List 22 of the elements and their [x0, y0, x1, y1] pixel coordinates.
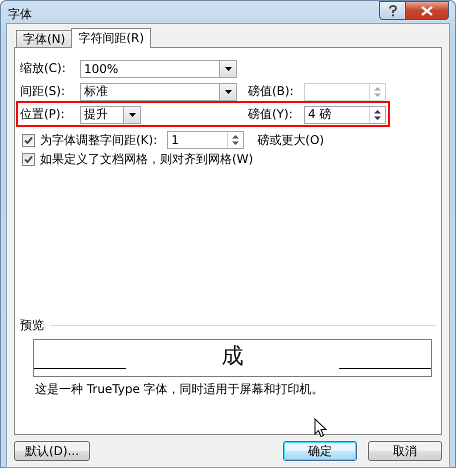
field-label: 磅值(B):: [248, 83, 295, 100]
tab[interactable]: 字符间距(R): [71, 28, 152, 48]
field-label: 磅值(Y):: [248, 106, 294, 123]
preview-sample: 成: [222, 343, 244, 371]
field-label: 间距(S):: [20, 83, 66, 100]
field-label: 磅或更大(O): [257, 132, 324, 148]
checkbox-label: 如果定义了文档网格，则对齐到网格(W): [40, 150, 254, 168]
tab[interactable]: 字体(N): [16, 30, 72, 47]
window-title: 字体: [8, 6, 32, 23]
preview-description: 这是一种 TrueType 字体，同时适用于屏幕和打印机。: [35, 381, 325, 398]
ok-button[interactable]: 确定: [283, 441, 357, 461]
cancel-button[interactable]: 取消: [368, 441, 442, 461]
field-label: 缩放(C):: [20, 60, 67, 77]
scale-dropdown[interactable]: 100%: [80, 60, 237, 78]
kerning-spinner[interactable]: 1: [167, 131, 244, 149]
spacing-dropdown[interactable]: 标准: [80, 82, 237, 100]
field-label: 位置(P):: [20, 106, 66, 123]
default-button[interactable]: 默认(D)...: [14, 441, 90, 461]
checkbox-label: 为字体调整字间距(K):: [40, 132, 158, 148]
section-label: 预览: [20, 316, 44, 334]
position-dropdown[interactable]: 提升: [80, 106, 141, 124]
position-points-spinner[interactable]: 4 磅: [304, 106, 386, 124]
